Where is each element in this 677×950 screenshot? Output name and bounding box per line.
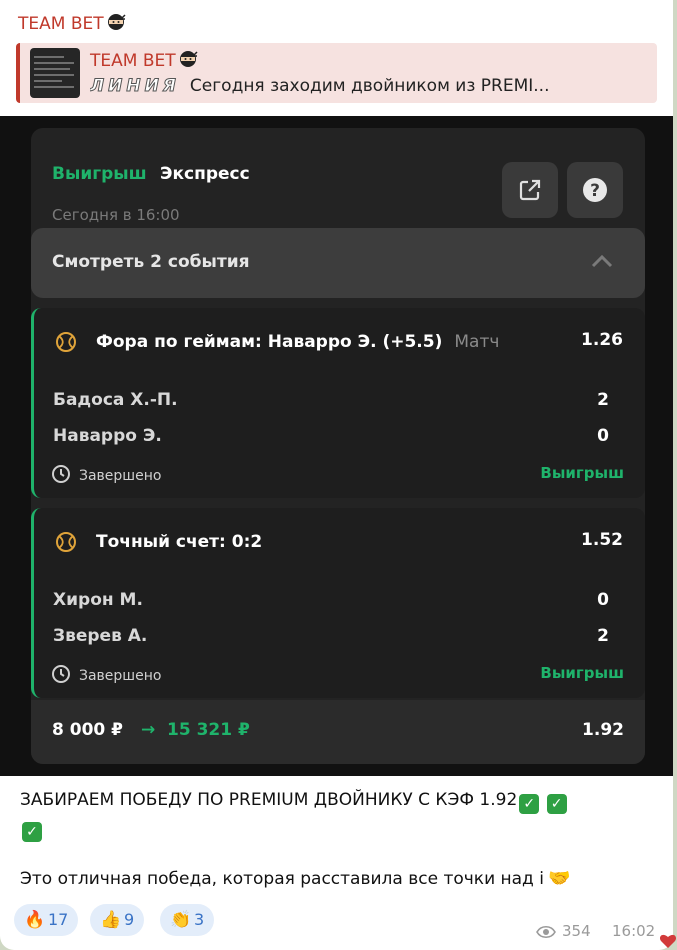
clock-icon: [52, 665, 70, 683]
reaction-clap[interactable]: 👏 3: [160, 904, 215, 936]
reply-preview[interactable]: TEAM BET ЛИНИЯ Сегодня заходим двойником …: [16, 43, 657, 103]
bet-status: Выигрыш: [52, 164, 147, 184]
reply-text: ЛИНИЯ Сегодня заходим двойником из PREMI.…: [90, 76, 550, 96]
eye-icon: [536, 925, 556, 939]
clap-emoji-icon: 👏: [170, 910, 192, 930]
check-emoji-icon: ✓: [22, 822, 42, 842]
event-title: Точный счет: 0:2: [96, 532, 263, 552]
team-name: Наварро Э.: [53, 426, 162, 446]
check-emoji-icon: ✓: [546, 794, 567, 814]
stake-amount: 8 000 ₽: [52, 720, 123, 740]
reply-title: TEAM BET: [90, 49, 198, 71]
event-state: Завершено: [51, 464, 161, 484]
bet-summary: 8 000 ₽ → 15 321 ₽ 1.92: [31, 700, 645, 764]
team-name: Зверев А.: [53, 626, 148, 646]
help-icon: ?: [583, 178, 607, 202]
share-icon: [519, 179, 541, 201]
total-odds: 1.92: [582, 720, 624, 740]
svg-text:?: ?: [590, 181, 600, 201]
reply-thumbnail: [30, 48, 80, 98]
ninja-icon: [178, 49, 198, 69]
tennis-ball-icon: [56, 332, 76, 352]
message-time: 16:02: [612, 922, 656, 940]
event-result: Выигрыш: [540, 664, 624, 682]
events-toggle-label: Смотреть 2 события: [52, 252, 250, 272]
team-score: 0: [597, 590, 609, 610]
thumbs-up-emoji-icon: 👍: [100, 910, 122, 930]
help-button[interactable]: ?: [567, 162, 623, 218]
bet-date: Сегодня в 16:00: [52, 206, 180, 224]
event-card: Фора по геймам: Наварро Э. (+5.5) Матч 1.…: [31, 308, 645, 498]
event-result: Выигрыш: [540, 464, 624, 482]
event-odds: 1.26: [581, 330, 623, 350]
fire-emoji-icon: 🔥: [24, 910, 46, 930]
event-kind: Матч: [454, 332, 500, 352]
views-count: 354: [536, 922, 591, 940]
event-title: Фора по геймам: Наварро Э. (+5.5) Матч: [96, 332, 500, 352]
reaction-fire[interactable]: 🔥 17: [14, 904, 79, 936]
event-odds: 1.52: [581, 530, 623, 550]
event-card: Точный счет: 0:2 1.52 Хирон М. 0 Зверев …: [31, 508, 645, 698]
team-name: Бадоса Х.-П.: [53, 390, 178, 410]
bet-screenshot: Выигрыш Экспресс Сегодня в 16:00 ? Смотр…: [0, 116, 673, 776]
chevron-up-icon: [591, 254, 613, 268]
team-score: 0: [597, 426, 609, 446]
bet-card: Выигрыш Экспресс Сегодня в 16:00 ? Смотр…: [31, 128, 645, 764]
reaction-thumbs-up[interactable]: 👍 9: [90, 904, 145, 936]
channel-name[interactable]: TEAM BET: [18, 12, 126, 34]
event-state: Завершено: [51, 664, 161, 684]
payout-amount: 15 321 ₽: [167, 720, 250, 740]
team-name: Хирон М.: [53, 590, 143, 610]
clock-icon: [52, 465, 70, 483]
bet-type: Экспресс: [160, 164, 250, 184]
message-text-2: Это отличная победа, которая расставила …: [20, 868, 571, 889]
handshake-emoji-icon: 🤝: [547, 868, 571, 889]
ninja-icon: [106, 12, 126, 32]
team-score: 2: [597, 626, 609, 646]
reply-prefix: ЛИНИЯ: [90, 76, 180, 96]
arrow-right-icon: →: [141, 720, 156, 740]
heart-icon: [659, 934, 677, 948]
message-bubble: TEAM BET TEAM BET ЛИНИЯ Сегодня заходим д…: [0, 0, 673, 950]
team-score: 2: [597, 390, 609, 410]
check-emoji-icon: ✓: [519, 794, 540, 814]
message-text: ЗАБИРАЕМ ПОБЕДУ ПО PREMIUM ДВОЙНИКУ С КЭ…: [20, 786, 650, 842]
tennis-ball-icon: [56, 532, 76, 552]
events-toggle[interactable]: Смотреть 2 события: [31, 228, 645, 298]
share-button[interactable]: [502, 162, 558, 218]
